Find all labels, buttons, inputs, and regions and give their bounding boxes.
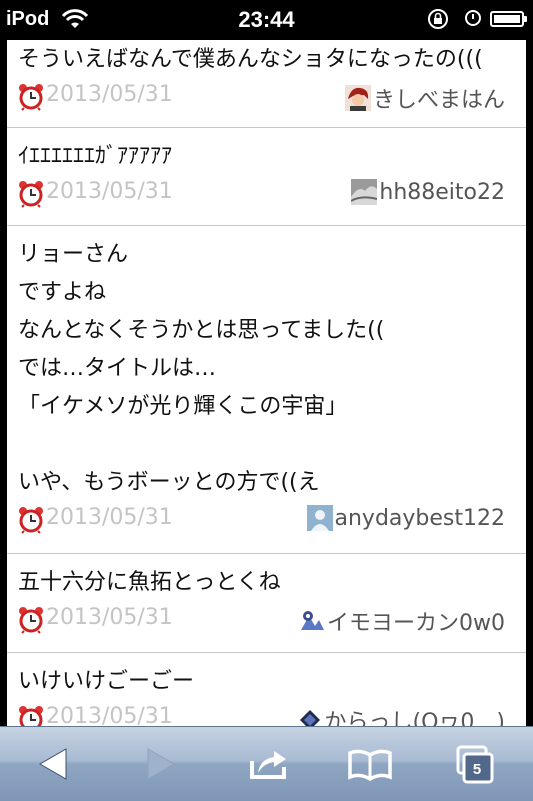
- comment-user[interactable]: hh88eito22: [351, 179, 505, 205]
- clock-time: 23:44: [238, 7, 295, 32]
- share-icon[interactable]: [238, 739, 298, 789]
- browser-toolbar: 5: [0, 726, 533, 801]
- avatar: [299, 710, 320, 726]
- status-bar: iPod 23:44: [0, 0, 533, 40]
- comment-username: hh88eito22: [379, 179, 505, 205]
- comment-date: 2013/05/31: [46, 82, 173, 107]
- comment-meta: 2013/05/31 hh88eito22: [18, 176, 515, 220]
- comment-username: イモヨーカン0w0: [327, 611, 505, 636]
- comment-username: きしべまはん: [372, 88, 505, 113]
- forward-arrow-icon[interactable]: [130, 739, 190, 789]
- comment-item: ｲｴｴｴｴｴｴｶﾞｱｱｱｱｱ 2013/05/31 hh88eito22: [7, 128, 526, 226]
- comment-meta: 2013/05/31 きしべまはん: [18, 79, 515, 123]
- comment-user[interactable]: きしべまはん: [344, 82, 505, 114]
- comment-user[interactable]: からっし(Oヮ0 ): [297, 704, 505, 726]
- comment-user[interactable]: イモヨーカン0w0: [299, 605, 505, 637]
- avatar: [306, 505, 333, 531]
- alarm-clock-icon: [19, 607, 43, 634]
- comment-text: リョーさん ですよね なんとなくそうかとは思ってました(( では…タイトルは… …: [18, 242, 385, 495]
- alarm-status-icon: [465, 10, 481, 26]
- tab-count: 5: [472, 761, 482, 778]
- rotation-lock-icon: [428, 9, 448, 29]
- comment-meta: 2013/05/31 anydaybest122: [18, 502, 515, 546]
- comment-item: いけいけごーごー 2013/05/31 からっし(Oヮ0 ): [7, 653, 526, 726]
- comment-date: 2013/05/31: [46, 179, 173, 204]
- comment-username: anydaybest122: [334, 505, 506, 531]
- bookmarks-icon[interactable]: [340, 739, 400, 789]
- alarm-clock-icon: [19, 706, 43, 726]
- comment-meta: 2013/05/31 からっし(Oヮ0 ): [18, 701, 515, 726]
- battery-icon: [490, 11, 527, 27]
- comment-text: ｲｴｴｴｴｴｴｶﾞｱｱｱｱｱ: [18, 144, 173, 169]
- alarm-clock-icon: [19, 181, 43, 208]
- back-arrow-icon[interactable]: [24, 739, 84, 789]
- comment-text: そういえばなんで僕あんなショタになったの(((: [18, 47, 483, 72]
- comment-user[interactable]: anydaybest122: [306, 505, 506, 531]
- avatar: [344, 85, 371, 111]
- comment-item: 五十六分に魚拓とっとくね 2013/05/31 イモヨーカン0w0: [7, 554, 526, 653]
- comment-username: からっし(Oヮ0 ): [324, 710, 505, 726]
- avatar: [351, 179, 378, 205]
- comment-list: そういえばなんで僕あんなショタになったの((( 2013/05/31 きしべまは…: [7, 40, 526, 726]
- comment-date: 2013/05/31: [46, 505, 173, 530]
- comment-item: そういえばなんで僕あんなショタになったの((( 2013/05/31 きしべまは…: [7, 40, 526, 128]
- comment-date: 2013/05/31: [46, 704, 173, 726]
- comment-text: いけいけごーごー: [18, 669, 195, 694]
- alarm-clock-icon: [19, 507, 43, 534]
- comment-text: 五十六分に魚拓とっとくね: [18, 570, 281, 595]
- alarm-clock-icon: [19, 84, 43, 111]
- comment-meta: 2013/05/31 イモヨーカン0w0: [18, 602, 515, 646]
- comment-item: リョーさん ですよね なんとなくそうかとは思ってました(( では…タイトルは… …: [7, 226, 526, 554]
- avatar: [299, 608, 325, 634]
- tabs-button[interactable]: 5: [446, 739, 506, 789]
- comment-date: 2013/05/31: [46, 605, 173, 630]
